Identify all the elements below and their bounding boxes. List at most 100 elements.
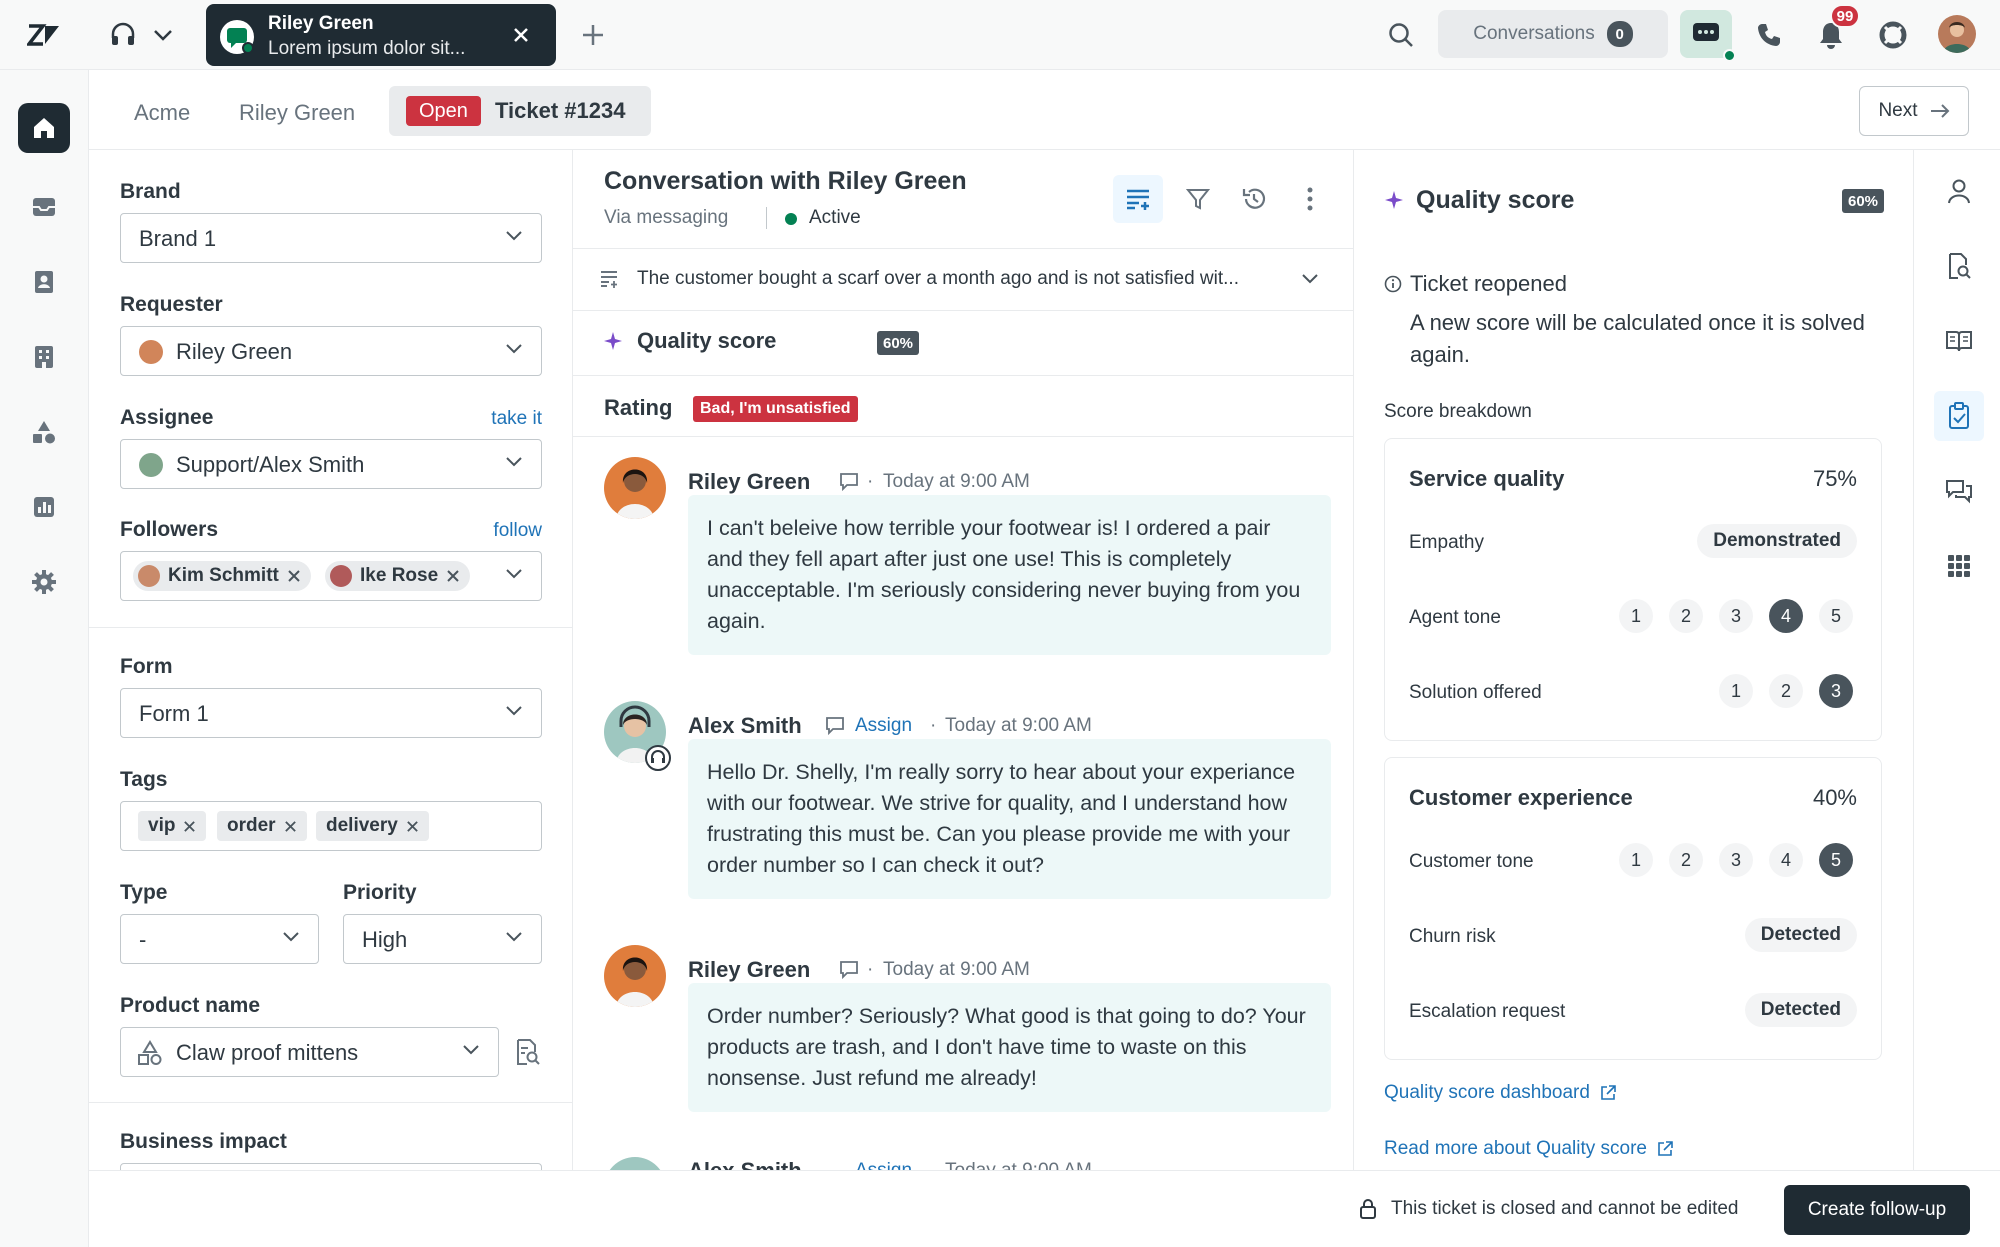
more-options-icon[interactable]	[1291, 180, 1329, 218]
brand-value: Brand 1	[139, 226, 217, 251]
settings-gear-icon[interactable]	[18, 557, 70, 607]
message-author[interactable]: Alex Smith	[688, 1158, 802, 1170]
product-select[interactable]: Claw proof mittens	[120, 1027, 499, 1077]
summary-toggle-icon[interactable]	[1113, 175, 1163, 223]
knowledge-book-icon[interactable]	[1934, 316, 1984, 366]
chevron-down-icon	[506, 344, 522, 354]
panel-title: Quality score	[1416, 186, 1575, 214]
messaging-status-icon[interactable]	[1680, 10, 1736, 62]
assign-link[interactable]: Assign	[855, 715, 912, 737]
tags-label: Tags	[120, 768, 168, 791]
followers-field[interactable]: Kim Schmitt Ike Rose	[120, 551, 542, 601]
close-tab-icon[interactable]	[510, 24, 532, 46]
chevron-down-icon[interactable]	[148, 20, 178, 50]
home-icon[interactable]	[18, 103, 70, 153]
agent-headset-icon	[645, 745, 671, 771]
inbox-views-icon[interactable]	[18, 182, 70, 232]
read-more-link[interactable]: Read more about Quality score	[1384, 1138, 1673, 1160]
assignee-value: Support/Alex Smith	[176, 452, 365, 477]
conversation-divider	[573, 375, 1353, 376]
brand-select[interactable]: Brand 1	[120, 213, 542, 263]
next-ticket-button[interactable]: Next	[1859, 86, 1969, 136]
properties-divider	[89, 1102, 572, 1103]
follower-name: Ike Rose	[360, 565, 439, 586]
remove-chip-icon[interactable]	[287, 569, 301, 583]
message-author[interactable]: Riley Green	[688, 469, 810, 495]
comment-icon	[840, 961, 858, 980]
priority-label: Priority	[343, 881, 417, 904]
chevron-down-icon	[283, 932, 299, 942]
reopened-text: A new score will be calculated once it i…	[1410, 310, 1865, 367]
create-follow-up-button[interactable]: Create follow-up	[1784, 1185, 1970, 1235]
conversations-label: Conversations	[1473, 23, 1595, 44]
breadcrumb-org[interactable]: Acme	[134, 100, 190, 126]
conversations-count: 0	[1606, 21, 1633, 47]
assignee-select[interactable]: Support/Alex Smith	[120, 439, 542, 489]
assign-link[interactable]: Assign	[855, 1160, 912, 1170]
customer-tone-option: 2	[1669, 843, 1703, 877]
remove-tag-icon[interactable]	[183, 820, 196, 833]
zendesk-logo-icon[interactable]	[24, 17, 64, 53]
headset-icon[interactable]	[104, 16, 142, 54]
tag-label: delivery	[326, 815, 398, 836]
avatar	[604, 1157, 666, 1170]
knowledge-search-icon[interactable]	[1934, 241, 1984, 291]
objects-shapes-icon[interactable]	[18, 407, 70, 457]
reporting-icon[interactable]	[18, 482, 70, 532]
help-lifebuoy-icon[interactable]	[1874, 16, 1912, 54]
add-tab-icon[interactable]	[576, 18, 610, 52]
conversations-button[interactable]: Conversations 0	[1438, 10, 1668, 58]
user-profile-icon[interactable]	[1934, 166, 1984, 216]
message-bubble: I can't beleive how terrible your footwe…	[688, 495, 1331, 655]
customers-icon[interactable]	[18, 257, 70, 307]
business-impact-field[interactable]	[120, 1163, 542, 1170]
product-lookup-icon[interactable]	[513, 1037, 543, 1067]
form-select[interactable]: Form 1	[120, 688, 542, 738]
summary-list-icon	[601, 271, 617, 288]
filter-icon[interactable]	[1179, 180, 1217, 218]
remove-chip-icon[interactable]	[446, 569, 460, 583]
remove-tag-icon[interactable]	[406, 820, 419, 833]
quality-score-panel: Quality score 60% Ticket reopened A new …	[1353, 150, 1913, 1170]
tags-field[interactable]: vip order delivery	[120, 801, 542, 851]
quality-dashboard-link[interactable]: Quality score dashboard	[1384, 1082, 1616, 1104]
message-author[interactable]: Riley Green	[688, 957, 810, 983]
form-label: Form	[120, 655, 173, 678]
tab-title: Riley Green	[268, 13, 374, 34]
phone-icon[interactable]	[1750, 16, 1788, 54]
apps-grid-icon[interactable]	[1934, 541, 1984, 591]
separator	[766, 207, 767, 229]
chevron-down-icon	[506, 932, 522, 942]
follow-link[interactable]: follow	[493, 520, 542, 542]
separator-dot: ·	[930, 715, 937, 736]
customer-tone-option: 1	[1619, 843, 1653, 877]
brand-label: Brand	[120, 180, 181, 203]
remove-tag-icon[interactable]	[284, 820, 297, 833]
channel-label: Via messaging	[604, 207, 729, 228]
requester-select[interactable]: Riley Green	[120, 326, 542, 376]
breadcrumb-requester[interactable]: Riley Green	[239, 100, 355, 126]
next-label: Next	[1878, 100, 1918, 121]
chevron-down-icon	[506, 231, 522, 241]
history-icon[interactable]	[1235, 180, 1273, 218]
info-icon	[1384, 275, 1402, 293]
user-avatar[interactable]	[1938, 15, 1976, 53]
quality-clipboard-icon[interactable]	[1934, 391, 1984, 441]
chevron-down-icon	[506, 706, 522, 716]
conversations-icon[interactable]	[1934, 466, 1984, 516]
conversation-title: Conversation with Riley Green	[604, 167, 967, 195]
type-value: -	[139, 927, 147, 952]
churn-risk-label: Churn risk	[1409, 926, 1496, 947]
search-icon[interactable]	[1382, 16, 1420, 54]
summary-row[interactable]: The customer bought a scarf over a month…	[573, 249, 1353, 309]
take-it-link[interactable]: take it	[491, 408, 542, 430]
customer-tone-label: Customer tone	[1409, 851, 1534, 872]
message-author[interactable]: Alex Smith	[688, 713, 802, 739]
breadcrumb-ticket[interactable]: Open Ticket #1234	[389, 86, 651, 136]
organizations-icon[interactable]	[18, 332, 70, 382]
type-select[interactable]: -	[120, 914, 319, 964]
active-ticket-tab[interactable]: Riley Green Lorem ipsum dolor sit...	[206, 4, 556, 66]
product-label: Product name	[120, 994, 261, 1017]
priority-select[interactable]: High	[343, 914, 542, 964]
chevron-down-icon	[506, 569, 522, 579]
